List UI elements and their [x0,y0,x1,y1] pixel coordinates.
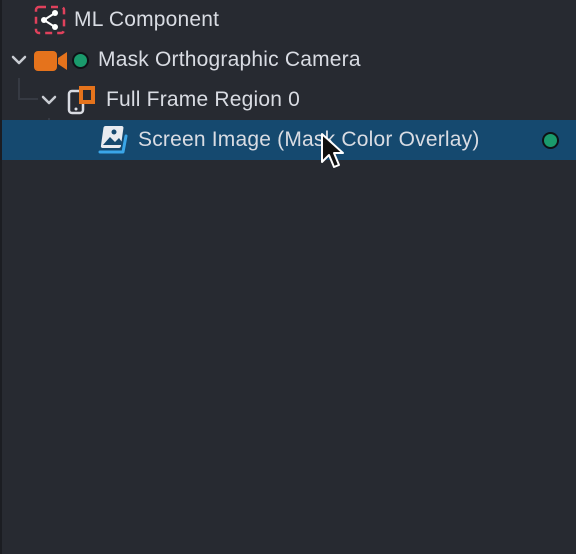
camera-icon [33,50,69,78]
tree-item-label: Screen Image (Mask Color Overlay) [138,128,480,151]
tree-item-label: ML Component [74,8,220,31]
ml-component-icon [34,5,66,41]
screen-image-icon [98,124,132,162]
mouse-cursor-icon [320,132,346,172]
status-dot [542,132,559,149]
chevron-down-icon[interactable] [10,51,28,69]
screen-region-icon [66,84,98,122]
tree-item-full-frame-region[interactable]: Full Frame Region 0 [2,80,576,120]
status-dot [72,52,89,69]
tree-item-label: Mask Orthographic Camera [98,48,361,71]
chevron-down-icon[interactable] [40,91,58,109]
tree-item-ml-component[interactable]: ML Component [2,0,576,40]
tree-item-screen-image[interactable]: Screen Image (Mask Color Overlay) [2,120,576,160]
tree-item-mask-orthographic-camera[interactable]: Mask Orthographic Camera [2,40,576,80]
scene-hierarchy-panel: ML Component Mask Orthographic Camera Fu… [0,0,576,554]
tree-item-label: Full Frame Region 0 [106,88,301,111]
